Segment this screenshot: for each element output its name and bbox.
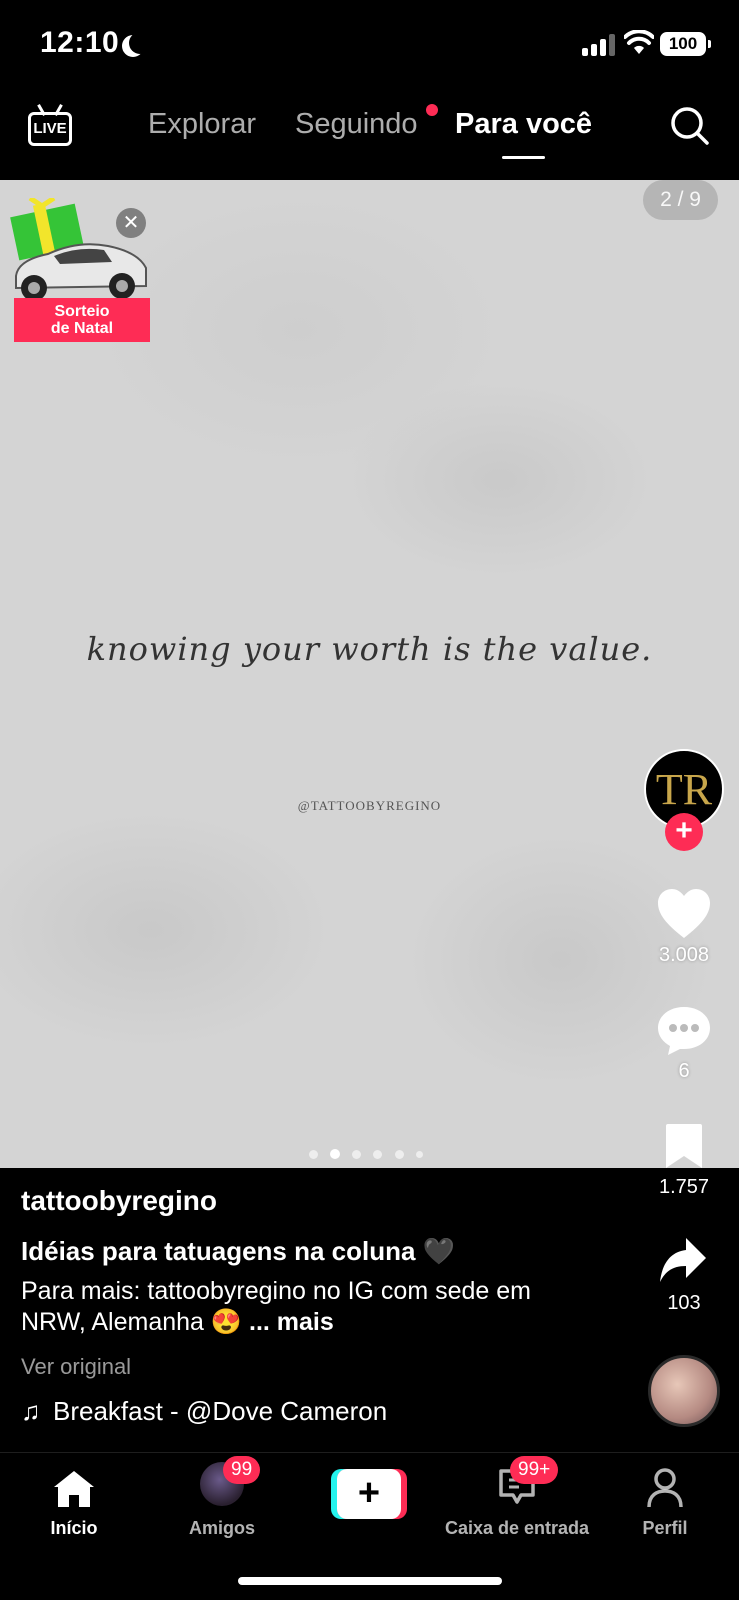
battery-indicator: 100	[660, 32, 706, 56]
saves-count: 1.757	[658, 1176, 710, 1198]
live-icon[interactable]: LIVE	[28, 104, 74, 146]
bookmark-icon[interactable]	[664, 1122, 704, 1170]
post-watermark: @TATTOOBYREGINO	[297, 798, 442, 813]
nav-friends-label: Amigos	[188, 1518, 255, 1538]
more-link[interactable]: ... mais	[249, 1308, 334, 1336]
post-quote-text: knowing your worth is the value.	[86, 630, 653, 668]
page-counter: 2 / 9	[643, 180, 718, 220]
close-icon[interactable]: ✕	[116, 208, 146, 238]
wifi-icon	[624, 30, 654, 54]
carousel-dot	[416, 1151, 423, 1158]
tab-seguindo[interactable]: Seguindo	[295, 108, 418, 141]
nav-profile-label: Perfil	[642, 1518, 688, 1538]
comments-count: 6	[678, 1060, 690, 1082]
plus-icon: +	[337, 1469, 401, 1519]
home-indicator	[238, 1577, 502, 1585]
promo-label: Sorteio de Natal	[14, 298, 150, 342]
live-label: LIVE	[28, 112, 72, 146]
heart-icon[interactable]	[656, 888, 712, 940]
carousel-dot-active	[330, 1149, 340, 1159]
tab-explorar[interactable]: Explorar	[148, 108, 256, 141]
caption-body: Para mais: tattoobyregino no IG com sede…	[21, 1276, 581, 1338]
notification-dot	[426, 104, 438, 116]
signal-icon	[582, 32, 616, 56]
status-bar: 12:10 100	[0, 0, 739, 90]
create-button[interactable]: +	[331, 1469, 407, 1519]
carousel-dot	[373, 1150, 382, 1159]
music-note-icon: ♫	[21, 1396, 41, 1426]
profile-icon	[647, 1468, 683, 1508]
comment-icon[interactable]	[656, 1005, 712, 1057]
carousel-dot	[352, 1150, 361, 1159]
nav-home-label: Início	[50, 1518, 98, 1538]
see-original-link[interactable]: Ver original	[21, 1354, 131, 1380]
sound-disc-avatar[interactable]	[648, 1355, 720, 1427]
author-username[interactable]: tattoobyregino	[21, 1185, 217, 1217]
shares-count: 103	[667, 1292, 701, 1314]
share-icon[interactable]	[658, 1236, 708, 1284]
follow-button[interactable]: +	[665, 813, 703, 851]
carousel-dot	[309, 1150, 318, 1159]
status-time: 12:10	[40, 26, 120, 59]
nav-inbox-label: Caixa de entrada	[444, 1518, 590, 1538]
active-tab-underline	[502, 156, 545, 159]
search-icon[interactable]	[670, 106, 710, 146]
battery-tip	[708, 40, 711, 48]
inbox-badge: 99+	[510, 1456, 559, 1484]
tab-para-voce[interactable]: Para você	[455, 108, 592, 141]
top-nav: LIVE Explorar Seguindo Para você	[0, 90, 739, 180]
moon-icon	[129, 32, 151, 54]
home-icon	[54, 1471, 94, 1507]
music-title[interactable]: Breakfast - @Dove Cameron	[53, 1396, 387, 1427]
caption-title: Idéias para tatuagens na coluna 🖤	[21, 1236, 456, 1266]
carousel-dot	[395, 1150, 404, 1159]
likes-count: 3.008	[658, 944, 710, 966]
friends-badge: 99	[223, 1456, 261, 1484]
